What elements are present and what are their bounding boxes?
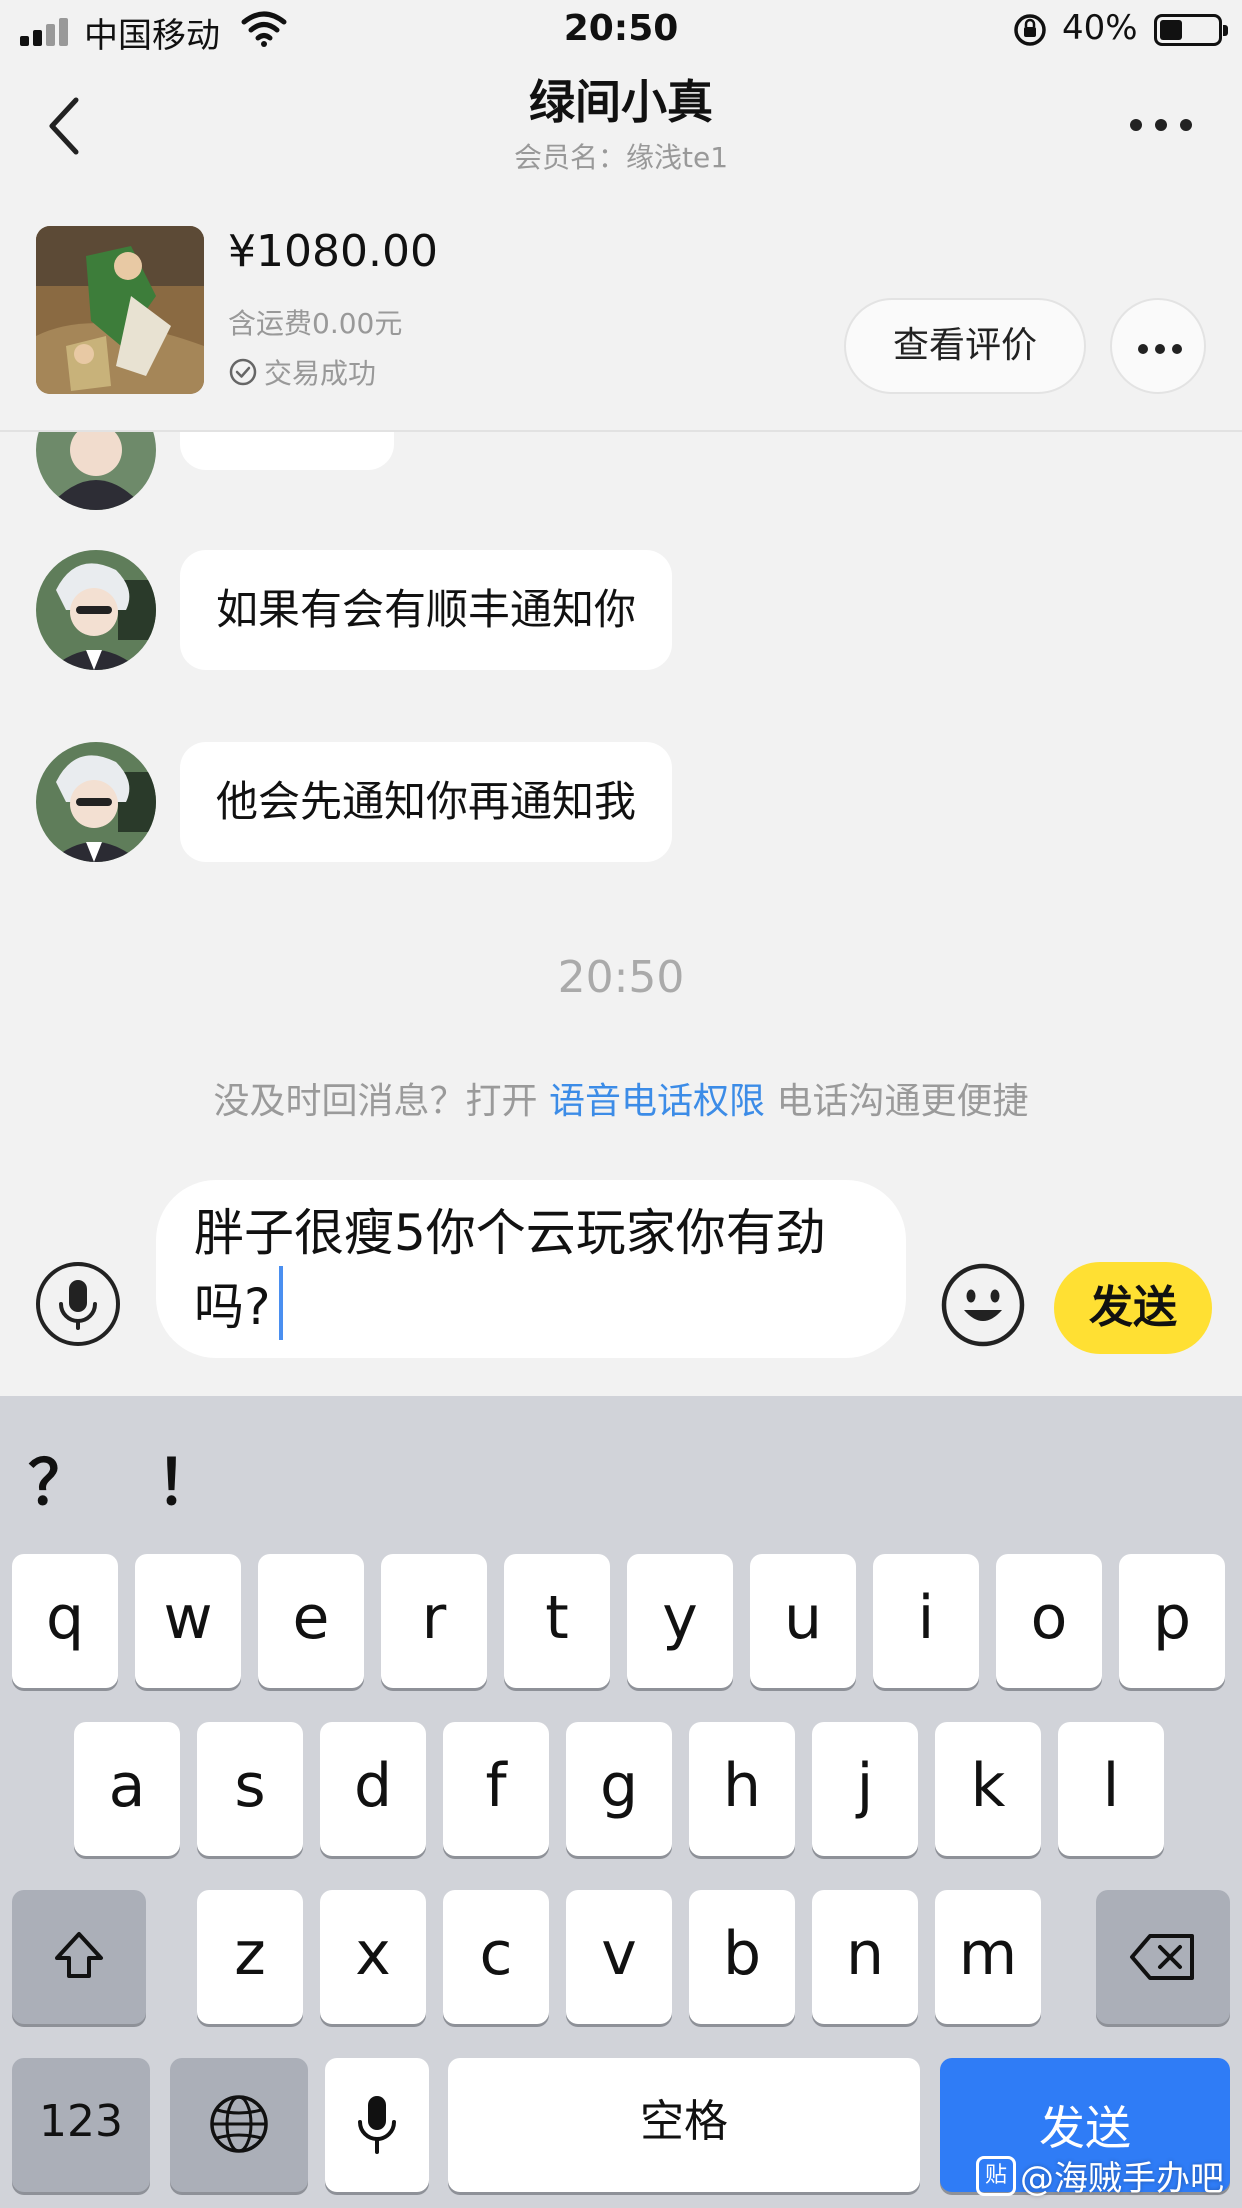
space-key[interactable]: 空格 bbox=[448, 2058, 920, 2192]
shift-key[interactable] bbox=[12, 1890, 146, 2024]
globe-icon bbox=[210, 2095, 268, 2153]
message-input-text: 胖子很瘦5你个云玩家你有劲吗? bbox=[194, 1204, 826, 1336]
key-o[interactable]: o bbox=[996, 1554, 1102, 1688]
product-thumbnail[interactable] bbox=[36, 226, 204, 394]
shift-icon bbox=[55, 1932, 103, 1978]
key-w[interactable]: w bbox=[135, 1554, 241, 1688]
trade-status: 交易成功 bbox=[228, 352, 376, 392]
dictation-key[interactable] bbox=[325, 2058, 429, 2192]
key-f[interactable]: f bbox=[443, 1722, 549, 1856]
key-y[interactable]: y bbox=[627, 1554, 733, 1688]
key-k[interactable]: k bbox=[935, 1722, 1041, 1856]
mic-icon bbox=[358, 2096, 396, 2154]
page-title: 绿间小真 bbox=[529, 75, 713, 129]
emoji-icon[interactable] bbox=[940, 1262, 1026, 1348]
key-z[interactable]: z bbox=[197, 1890, 303, 2024]
member-name: 会员名：缘浅te1 bbox=[513, 141, 729, 174]
tieba-icon: 贴 bbox=[976, 2155, 1016, 2196]
suggestion-question[interactable]: ？ bbox=[28, 1432, 90, 1522]
avatar[interactable] bbox=[36, 550, 156, 670]
send-button[interactable]: 发送 bbox=[1054, 1262, 1212, 1354]
voice-input-button[interactable] bbox=[36, 1262, 120, 1346]
check-icon bbox=[229, 358, 257, 386]
rotation-lock-icon bbox=[1014, 14, 1046, 46]
key-u[interactable]: u bbox=[750, 1554, 856, 1688]
battery-icon bbox=[1154, 14, 1228, 46]
key-h[interactable]: h bbox=[689, 1722, 795, 1856]
status-bar: 中国移动 20:50 40% bbox=[0, 0, 1242, 62]
key-d[interactable]: d bbox=[320, 1722, 426, 1856]
key-a[interactable]: a bbox=[74, 1722, 180, 1856]
key-g[interactable]: g bbox=[566, 1722, 672, 1856]
avatar[interactable] bbox=[36, 432, 156, 510]
avatar[interactable] bbox=[36, 742, 156, 862]
product-price: ¥1080.00 bbox=[228, 226, 438, 277]
view-review-button[interactable]: 查看评价 bbox=[844, 298, 1086, 394]
battery-percent: 40% bbox=[1062, 8, 1138, 48]
key-n[interactable]: n bbox=[812, 1890, 918, 2024]
key-l[interactable]: l bbox=[1058, 1722, 1164, 1856]
key-x[interactable]: x bbox=[320, 1890, 426, 2024]
key-q[interactable]: q bbox=[12, 1554, 118, 1688]
message-bubble[interactable]: 他会先通知你再通知我 bbox=[180, 742, 673, 862]
key-c[interactable]: c bbox=[443, 1890, 549, 2024]
status-time: 20:50 bbox=[563, 8, 679, 49]
keyboard[interactable]: ？ ！ q w e r t y u i o p a s d f g h j k … bbox=[0, 1396, 1242, 2208]
key-j[interactable]: j bbox=[812, 1722, 918, 1856]
trade-status-label: 交易成功 bbox=[264, 357, 377, 390]
message-input[interactable]: 胖子很瘦5你个云玩家你有劲吗? bbox=[156, 1180, 906, 1358]
text-caret bbox=[278, 1266, 283, 1340]
message-bubble[interactable]: 如果有会有顺丰通知你 bbox=[180, 550, 673, 670]
notice-text-before: 没及时回消息？打开 bbox=[213, 1081, 538, 1122]
key-r[interactable]: r bbox=[381, 1554, 487, 1688]
shipping-fee: 含运费0.00元 bbox=[228, 307, 403, 340]
key-s[interactable]: s bbox=[197, 1722, 303, 1856]
delete-key[interactable] bbox=[1096, 1890, 1230, 2024]
key-m[interactable]: m bbox=[935, 1890, 1041, 2024]
chat-timestamp: 20:50 bbox=[557, 952, 685, 1003]
notice-text-after: 电话沟通更便捷 bbox=[776, 1081, 1029, 1122]
watermark-text: @海贼手办吧 bbox=[1020, 2159, 1224, 2199]
key-e[interactable]: e bbox=[258, 1554, 364, 1688]
numbers-key[interactable]: 123 bbox=[12, 2058, 150, 2192]
mic-icon bbox=[59, 1280, 97, 1330]
message-bubble-partial[interactable] bbox=[180, 432, 394, 470]
globe-key[interactable] bbox=[170, 2058, 308, 2192]
key-i[interactable]: i bbox=[873, 1554, 979, 1688]
key-v[interactable]: v bbox=[566, 1890, 672, 2024]
key-b[interactable]: b bbox=[689, 1890, 795, 2024]
suggestion-exclamation[interactable]: ！ bbox=[156, 1432, 218, 1522]
watermark: 贴 @海贼手办吧 bbox=[976, 2151, 1224, 2200]
key-p[interactable]: p bbox=[1119, 1554, 1225, 1688]
more-icon[interactable] bbox=[1126, 110, 1196, 140]
product-more-button[interactable] bbox=[1110, 298, 1206, 394]
voice-permission-link[interactable]: 语音电话权限 bbox=[549, 1081, 765, 1122]
delete-icon bbox=[1130, 1934, 1194, 1980]
voice-call-notice: 没及时回消息？打开 语音电话权限 电话沟通更便捷 bbox=[0, 1072, 1242, 1124]
key-t[interactable]: t bbox=[504, 1554, 610, 1688]
